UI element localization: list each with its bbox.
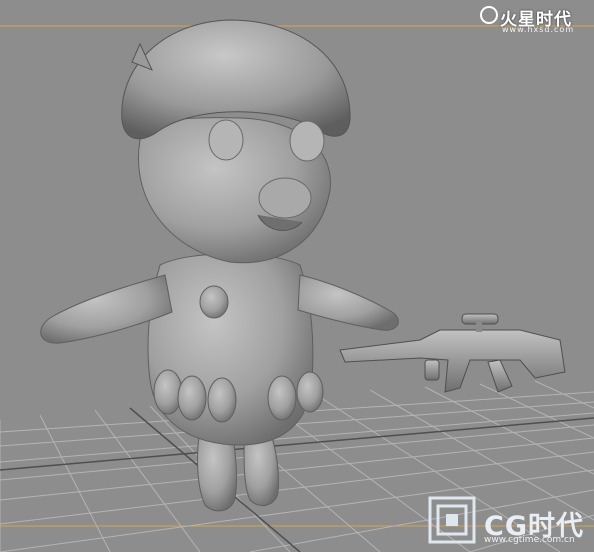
watermark-bottom: CG时代 www.cgtime.com.cn [426,494,592,550]
3d-viewport[interactable]: 火星时代 www.hxsd.com CG时代 www.cgtime.com.cn [0,0,594,552]
viewport-scene [0,19,594,552]
watermark-top-url: www.hxsd.com [502,25,575,34]
watermark-top: 火星时代 www.hxsd.com [478,4,588,38]
character-model [40,19,399,512]
cgtime-logo-icon [428,496,476,544]
watermark-bottom-url: www.cgtime.com.cn [484,535,575,545]
hxsd-logo-icon [480,6,498,24]
